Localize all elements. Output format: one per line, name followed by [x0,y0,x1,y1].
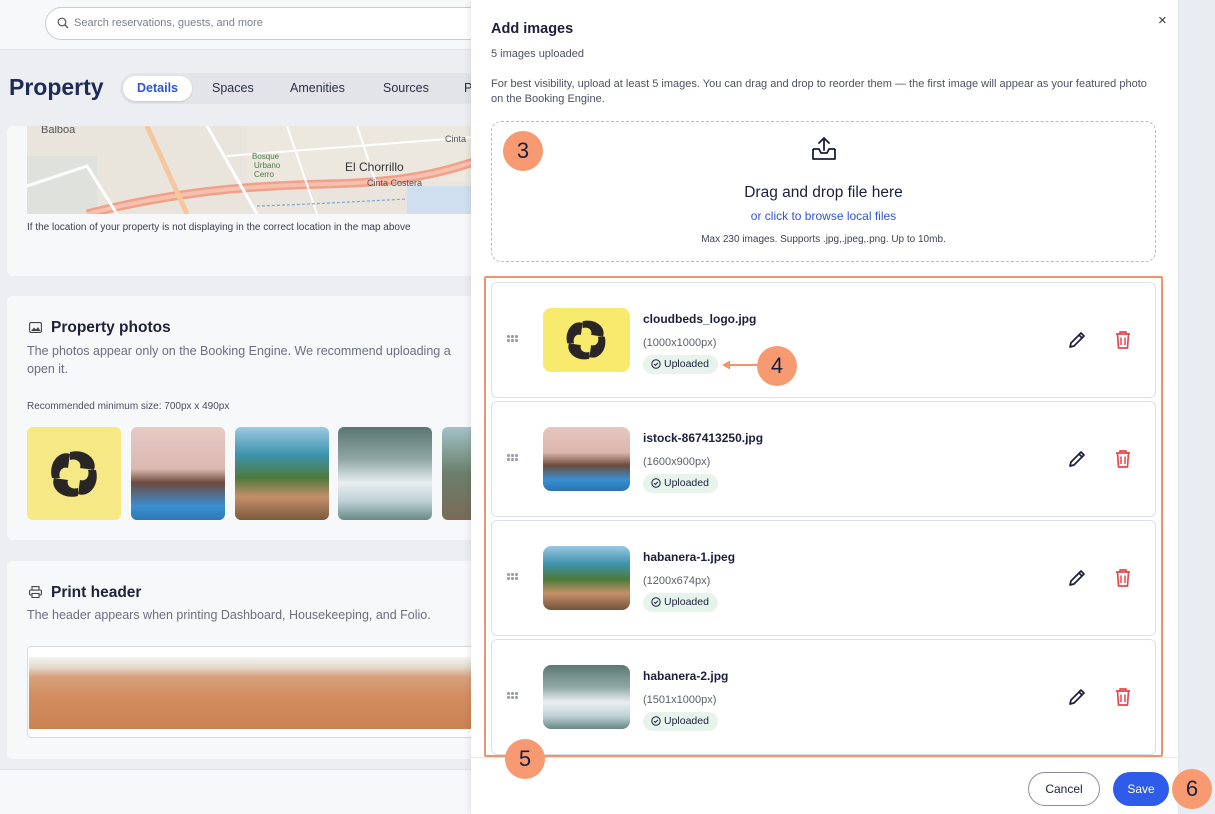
dropzone-hint: Max 230 images. Supports .jpg,.jpeg,.png… [701,234,946,245]
right-gutter [1178,0,1215,814]
trash-icon[interactable] [1114,687,1132,707]
property-photos-desc-2: open it. [27,362,69,376]
map-label-chorrillo: El Chorrillo [345,160,404,174]
pencil-icon[interactable] [1067,330,1087,350]
page-footer [0,769,471,814]
tab-spaces[interactable]: Spaces [198,76,268,101]
image-row[interactable]: istock-867413250.jpg (1600x900px) Upload… [491,401,1156,517]
status-label: Uploaded [664,477,709,489]
file-dimensions: (1200x674px) [643,575,711,587]
file-name: habanera-2.jpg [643,669,729,683]
drag-handle-icon[interactable] [507,335,519,343]
tab-details[interactable]: Details [123,76,192,101]
photo-thumb-logo[interactable] [27,427,121,520]
search-placeholder: Search reservations, guests, and more [74,17,263,29]
property-photos-card: Property photos The photos appear only o… [7,296,471,540]
status-badge: Uploaded [643,712,718,731]
tab-more[interactable]: P [450,76,471,101]
print-header-card: Print header The header appears when pri… [7,561,471,759]
tab-bar: Details Spaces Amenities Sources P [120,73,471,104]
image-row[interactable]: habanera-2.jpg (1501x1000px) Uploaded [491,639,1156,755]
photo-thumb-more[interactable] [442,427,471,520]
callout-4: 4 [757,346,797,386]
drop-zone[interactable]: Drag and drop file here or click to brow… [491,121,1156,262]
close-icon[interactable]: × [1158,12,1167,29]
images-count: 5 images uploaded [491,48,584,60]
check-circle-icon [651,597,661,607]
callout-arrow-icon [722,360,762,370]
location-map[interactable]: Balboa Bosque Urbano Cerro El Chorrillo … [27,126,471,214]
photo-thumb-pool[interactable] [131,427,225,520]
callout-5: 5 [505,739,545,779]
location-card: Balboa Bosque Urbano Cerro El Chorrillo … [7,126,471,276]
map-label-bosque-2: Urbano [254,161,281,170]
status-label: Uploaded [664,715,709,727]
page-title: Property [9,74,104,100]
print-header-frame [27,646,471,738]
drag-handle-icon[interactable] [507,454,519,462]
save-button[interactable]: Save [1113,772,1169,806]
pencil-icon[interactable] [1067,568,1087,588]
browse-files-link[interactable]: or click to browse local files [492,209,1155,223]
image-icon [29,322,42,333]
map-label-bosque: Bosque [252,152,280,161]
image-thumbnail [543,546,630,610]
trash-icon[interactable] [1114,449,1132,469]
image-row[interactable]: cloudbeds_logo.jpg (1000x1000px) Uploade… [491,282,1156,398]
callout-6: 6 [1172,769,1212,809]
upload-icon [812,137,836,160]
print-header-title: Print header [51,584,142,601]
image-thumbnail [543,427,630,491]
search-input[interactable]: Search reservations, guests, and more [45,7,471,40]
drag-handle-icon[interactable] [507,692,519,700]
check-circle-icon [651,716,661,726]
file-dimensions: (1501x1000px) [643,694,717,706]
file-dimensions: (1000x1000px) [643,337,717,349]
check-circle-icon [651,359,661,369]
map-label-balboa: Balboa [41,126,76,136]
print-header-image[interactable] [29,657,471,729]
status-badge: Uploaded [643,355,718,374]
printer-icon [29,586,42,598]
status-label: Uploaded [664,596,709,608]
check-circle-icon [651,478,661,488]
map-caption: If the location of your property is not … [27,222,411,233]
property-photos-title: Property photos [51,319,171,336]
status-badge: Uploaded [643,593,718,612]
image-row[interactable]: habanera-1.jpeg (1200x674px) Uploaded [491,520,1156,636]
cancel-button[interactable]: Cancel [1028,772,1100,806]
pencil-icon[interactable] [1067,449,1087,469]
dialog-title: Add images [491,21,574,37]
search-icon [57,17,69,29]
drag-handle-icon[interactable] [507,573,519,581]
print-header-desc: The header appears when printing Dashboa… [27,608,431,622]
pencil-icon[interactable] [1067,687,1087,707]
photo-thumb-surf[interactable] [338,427,432,520]
dropzone-title: Drag and drop file here [744,184,903,201]
status-badge: Uploaded [643,474,718,493]
map-label-cinta: Cinta Costera [367,178,423,188]
property-photos-desc: The photos appear only on the Booking En… [27,344,451,358]
file-name: istock-867413250.jpg [643,431,764,445]
dialog-footer-divider [471,757,1178,758]
file-dimensions: (1600x900px) [643,456,711,468]
map-label-bosque-3: Cerro [254,170,275,179]
background-page: Search reservations, guests, and more Pr… [0,0,471,814]
file-name: habanera-1.jpeg [643,550,736,564]
trash-icon[interactable] [1114,568,1132,588]
top-bar: Search reservations, guests, and more [0,0,471,50]
image-thumbnail [543,665,630,729]
status-label: Uploaded [664,358,709,370]
file-name: cloudbeds_logo.jpg [643,312,757,326]
callout-3: 3 [503,131,543,171]
tab-amenities[interactable]: Amenities [276,76,359,101]
map-label-cinta-2: Cinta [445,134,467,144]
min-size-hint: Recommended minimum size: 700px x 490px [27,401,230,412]
tab-sources[interactable]: Sources [369,76,443,101]
dialog-info: For best visibility, upload at least 5 i… [491,78,1147,105]
trash-icon[interactable] [1114,330,1132,350]
image-thumbnail [543,308,630,372]
photo-thumb-resort[interactable] [235,427,329,520]
